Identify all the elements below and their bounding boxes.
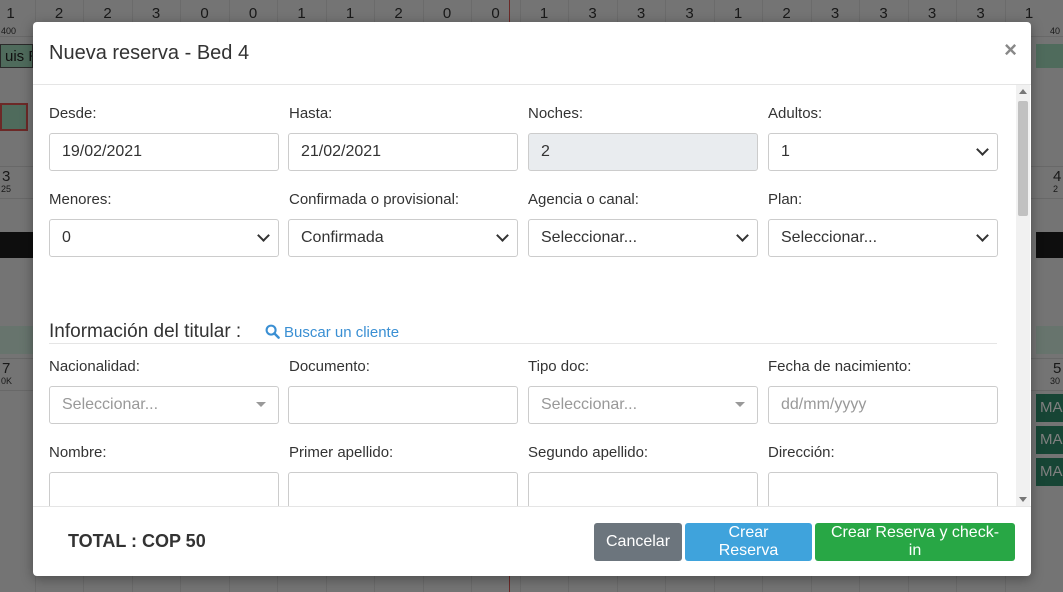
search-icon [265, 324, 280, 339]
hasta-date-input[interactable]: 21/02/2021 [288, 133, 518, 171]
desde-label: Desde: [49, 105, 97, 122]
chevron-down-icon [976, 229, 989, 242]
new-reservation-modal: Nueva reserva - Bed 4 × Desde: 19/02/202… [33, 22, 1031, 576]
adultos-label: Adultos: [768, 105, 823, 122]
fecha-placeholder: dd/mm/yyyy [781, 396, 867, 413]
scrollbar-thumb[interactable] [1018, 101, 1028, 216]
documento-label: Documento: [289, 358, 370, 375]
agencia-value: Seleccionar... [541, 229, 638, 246]
modal-title: Nueva reserva - Bed 4 [49, 42, 250, 64]
modal-footer: TOTAL : COP 50 Cancelar Crear Reserva Cr… [33, 506, 1031, 576]
primer-apellido-input[interactable] [288, 472, 518, 506]
cancel-button[interactable]: Cancelar [594, 523, 682, 561]
confirmada-value: Confirmada [301, 229, 384, 246]
search-client-label: Buscar un cliente [284, 324, 400, 341]
desde-value: 19/02/2021 [62, 143, 143, 160]
menores-value: 0 [62, 229, 71, 246]
documento-input[interactable] [288, 386, 518, 424]
nombre-label: Nombre: [49, 444, 107, 461]
desde-date-input[interactable]: 19/02/2021 [49, 133, 279, 171]
fecha-nacimiento-input[interactable]: dd/mm/yyyy [768, 386, 998, 424]
chevron-down-icon [257, 229, 270, 242]
hasta-value: 21/02/2021 [301, 143, 382, 160]
plan-label: Plan: [768, 191, 803, 208]
close-icon[interactable]: × [1004, 38, 1017, 62]
chevron-down-icon [736, 229, 749, 242]
chevron-down-icon [976, 143, 989, 156]
agencia-select[interactable]: Seleccionar... [528, 219, 758, 257]
create-reservation-button[interactable]: Crear Reserva [685, 523, 812, 561]
primer-apellido-label: Primer apellido: [289, 444, 394, 461]
nacionalidad-select[interactable]: Seleccionar... [49, 386, 279, 424]
plan-select[interactable]: Seleccionar... [768, 219, 998, 257]
adultos-value: 1 [781, 143, 790, 160]
modal-body: Desde: 19/02/2021 Hasta: 21/02/2021 Noch… [33, 85, 1031, 506]
titular-heading: Información del titular : [49, 321, 242, 342]
noches-value: 2 [541, 143, 550, 160]
scroll-down-icon[interactable] [1019, 497, 1027, 502]
menores-select[interactable]: 0 [49, 219, 279, 257]
direccion-label: Dirección: [768, 444, 835, 461]
plan-value: Seleccionar... [781, 229, 878, 246]
tipodoc-placeholder: Seleccionar... [541, 396, 638, 413]
total-amount: TOTAL : COP 50 [68, 531, 206, 551]
segundo-apellido-label: Segundo apellido: [528, 444, 649, 461]
confirmada-label: Confirmada o provisional: [289, 191, 460, 208]
agencia-label: Agencia o canal: [528, 191, 639, 208]
caret-down-icon [735, 402, 745, 407]
nombre-input[interactable] [49, 472, 279, 506]
chevron-down-icon [496, 229, 509, 242]
adultos-select[interactable]: 1 [768, 133, 998, 171]
segundo-apellido-input[interactable] [528, 472, 758, 506]
caret-down-icon [256, 402, 266, 407]
confirmada-select[interactable]: Confirmada [288, 219, 518, 257]
noches-input: 2 [528, 133, 758, 171]
modal-header: Nueva reserva - Bed 4 × [33, 22, 1031, 85]
menores-label: Menores: [49, 191, 112, 208]
section-divider [49, 343, 997, 344]
tipodoc-label: Tipo doc: [528, 358, 590, 375]
nacionalidad-placeholder: Seleccionar... [62, 396, 159, 413]
tipodoc-select[interactable]: Seleccionar... [528, 386, 758, 424]
scroll-up-icon[interactable] [1019, 89, 1027, 94]
fecha-label: Fecha de nacimiento: [768, 358, 912, 375]
create-reservation-checkin-button[interactable]: Crear Reserva y check-in [815, 523, 1015, 561]
hasta-label: Hasta: [289, 105, 333, 122]
noches-label: Noches: [528, 105, 584, 122]
search-client-link[interactable]: Buscar un cliente [265, 324, 399, 341]
direccion-input[interactable] [768, 472, 998, 506]
modal-scrollbar[interactable] [1016, 85, 1030, 506]
nacionalidad-label: Nacionalidad: [49, 358, 140, 375]
